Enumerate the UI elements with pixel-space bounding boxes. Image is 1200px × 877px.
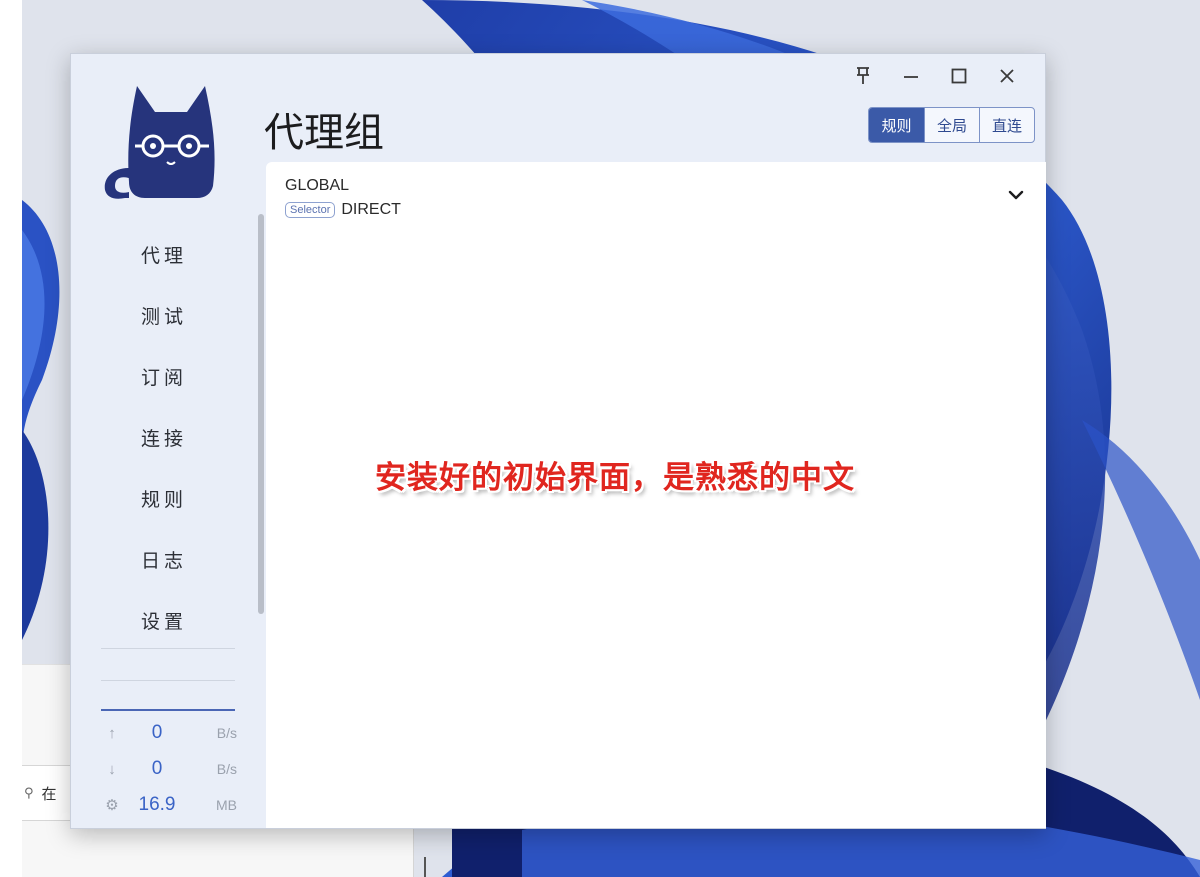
cat-logo-icon: [99, 82, 221, 205]
nav-item-test[interactable]: 测试: [80, 286, 248, 344]
nav-item-rules[interactable]: 规则: [80, 469, 248, 527]
sidebar-scrollbar[interactable]: [258, 214, 264, 614]
group-type-badge: Selector: [285, 202, 336, 218]
maximize-icon[interactable]: [935, 62, 983, 90]
nav-item-settings[interactable]: 设置: [80, 591, 248, 649]
search-icon: ⚲: [24, 785, 34, 800]
pin-icon[interactable]: [839, 62, 887, 90]
memory-unit: MB: [216, 797, 237, 813]
memory-value: 16.9: [138, 794, 176, 815]
download-value: 0: [151, 758, 163, 779]
arrow-up-icon: ↑: [108, 724, 116, 742]
sidebar: 代理 测试 订阅 连接 规则 日志 设置 ↑ 0 B/s ↓ 0 B/s ⚙ 1…: [71, 54, 264, 828]
mode-switcher: 规则 全局 直连: [868, 107, 1035, 143]
minimize-icon[interactable]: [887, 62, 935, 90]
traffic-graph-baseline: [101, 709, 235, 711]
sidebar-divider: [101, 680, 235, 681]
nav-item-proxy[interactable]: 代理: [80, 225, 248, 283]
close-icon[interactable]: [983, 62, 1031, 90]
memory-usage: ⚙ 16.9 MB: [101, 793, 237, 817]
nav-item-logs[interactable]: 日志: [80, 530, 248, 588]
page-title: 代理组: [264, 110, 384, 156]
upload-speed: ↑ 0 B/s: [101, 721, 237, 745]
overlay-caption: 安装好的初始界面，是熟悉的中文: [375, 460, 855, 496]
sidebar-divider: [101, 648, 235, 649]
chevron-down-icon[interactable]: [1008, 188, 1024, 206]
download-unit: B/s: [216, 761, 237, 777]
background-search-text: 在: [41, 785, 57, 803]
mode-rule-button[interactable]: 规则: [869, 108, 924, 142]
gear-icon: ⚙: [105, 797, 119, 814]
upload-unit: B/s: [216, 725, 237, 741]
window-controls: [839, 62, 1031, 90]
proxy-group-info: Selector DIRECT: [285, 201, 401, 219]
selected-proxy: DIRECT: [341, 201, 401, 218]
proxy-group-name[interactable]: GLOBAL: [285, 177, 349, 195]
nav-item-subscription[interactable]: 订阅: [80, 347, 248, 405]
nav-item-connections[interactable]: 连接: [80, 408, 248, 466]
clash-window: 代理 测试 订阅 连接 规则 日志 设置 ↑ 0 B/s ↓ 0 B/s ⚙ 1…: [70, 53, 1046, 829]
mode-global-button[interactable]: 全局: [924, 108, 979, 142]
upload-value: 0: [151, 722, 163, 743]
taskbar-divider: [424, 857, 426, 877]
mode-direct-button[interactable]: 直连: [979, 108, 1034, 142]
screen-edge: [0, 0, 22, 877]
download-speed: ↓ 0 B/s: [101, 757, 237, 781]
arrow-down-icon: ↓: [108, 760, 116, 778]
